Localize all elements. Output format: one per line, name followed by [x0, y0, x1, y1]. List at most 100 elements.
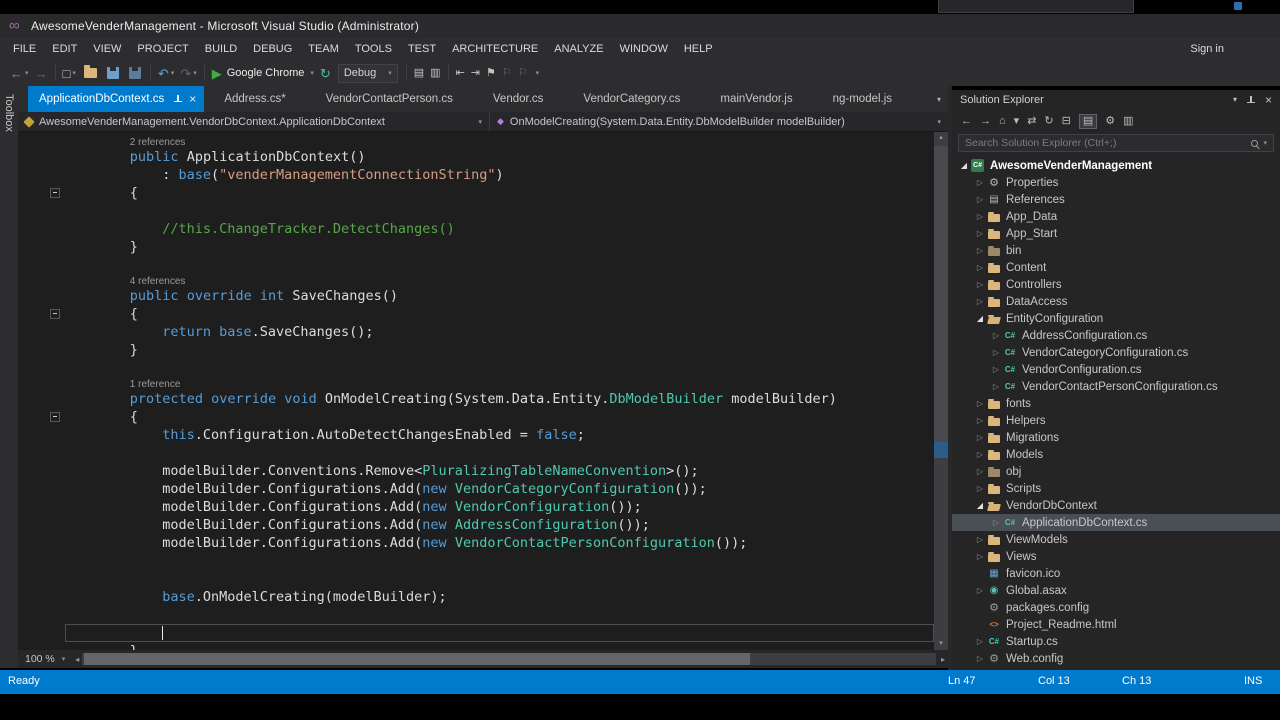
- tree-item-packages-config[interactable]: ⚙ packages.config: [952, 599, 1280, 616]
- tree-item-migrations[interactable]: ▷ Migrations: [952, 429, 1280, 446]
- tree-expander[interactable]: ▷: [974, 246, 986, 255]
- show-all-files-icon[interactable]: ▤: [1078, 113, 1098, 129]
- tree-expander[interactable]: ▷: [974, 637, 986, 646]
- editor-tab-vendorcategory-cs[interactable]: VendorCategory.cs: [563, 86, 700, 112]
- menu-item-tools[interactable]: TOOLS: [347, 38, 400, 60]
- tree-item-helpers[interactable]: ▷ Helpers: [952, 412, 1280, 429]
- tab-list-dropdown-icon[interactable]: ▾: [937, 95, 948, 104]
- decrease-indent-button[interactable]: ⇤: [453, 62, 468, 84]
- tree-item-vendorcategoryconfiguration-cs[interactable]: ▷ C# VendorCategoryConfiguration.cs: [952, 344, 1280, 361]
- scope-dropdown-icon[interactable]: ▾: [1014, 115, 1020, 127]
- refresh-icon[interactable]: ↻: [1044, 115, 1053, 127]
- codelens-references[interactable]: 1 reference: [130, 379, 181, 390]
- nav-forward-icon[interactable]: →: [980, 115, 991, 127]
- start-debugging-button[interactable]: ▶ Google Chrome ▾: [209, 62, 317, 84]
- properties-icon[interactable]: ⚙: [1105, 115, 1115, 127]
- tree-expander[interactable]: ▷: [974, 467, 986, 476]
- tree-item-bin[interactable]: ▷ bin: [952, 242, 1280, 259]
- scrollbar-thumb[interactable]: [84, 653, 751, 665]
- tree-expander[interactable]: ▷: [974, 535, 986, 544]
- window-position-icon[interactable]: ▾: [1233, 96, 1237, 104]
- navigate-back-button[interactable]: ← ▾: [7, 62, 32, 84]
- member-dropdown[interactable]: ◆ OnModelCreating(System.Data.Entity.DbM…: [490, 112, 948, 131]
- tree-expander[interactable]: ▷: [974, 552, 986, 561]
- scroll-down-icon[interactable]: ▾: [934, 638, 948, 650]
- tree-expander[interactable]: ▷: [974, 195, 986, 204]
- tree-item-project-readme-html[interactable]: <> Project_Readme.html: [952, 616, 1280, 633]
- chevron-down-icon[interactable]: ▾: [1263, 140, 1267, 147]
- collapse-all-icon[interactable]: ⊟: [1062, 115, 1071, 127]
- tree-expander[interactable]: ▷: [990, 382, 1002, 391]
- tree-expander[interactable]: ▷: [974, 178, 986, 187]
- previous-bookmark-button[interactable]: ⚐: [499, 62, 515, 84]
- editor-tab-applicationdbcontext-cs[interactable]: ApplicationDbContext.cs ×: [28, 86, 205, 112]
- scrollbar-thumb[interactable]: [934, 146, 948, 446]
- tree-item-app-start[interactable]: ▷ App_Start: [952, 225, 1280, 242]
- menu-item-window[interactable]: WINDOW: [612, 38, 676, 60]
- tree-expander[interactable]: ▷: [974, 263, 986, 272]
- tree-item-obj[interactable]: ▷ obj: [952, 463, 1280, 480]
- open-file-button[interactable]: [79, 62, 102, 84]
- editor-tab-ng-model-js[interactable]: ng-model.js: [813, 86, 912, 112]
- editor-tab-mainvendor-js[interactable]: mainVendor.js: [700, 86, 812, 112]
- tree-item-startup-cs[interactable]: ▷ C# Startup.cs: [952, 633, 1280, 650]
- search-icon[interactable]: [1251, 139, 1259, 147]
- undo-button[interactable]: ↶ ▾: [155, 62, 177, 84]
- navigate-forward-button[interactable]: →: [32, 62, 51, 84]
- editor-tab-vendorcontactperson-cs[interactable]: VendorContactPerson.cs: [306, 86, 473, 112]
- tree-item-scripts[interactable]: ▷ Scripts: [952, 480, 1280, 497]
- tree-item-references[interactable]: ▷ ▤ References: [952, 191, 1280, 208]
- horizontal-scrollbar[interactable]: [82, 653, 936, 665]
- tree-expander[interactable]: ▷: [974, 399, 986, 408]
- tree-item-properties[interactable]: ▷ ⚙ Properties: [952, 174, 1280, 191]
- editor-tab-vendor-cs[interactable]: Vendor.cs: [473, 86, 564, 112]
- tree-expander[interactable]: ◢: [958, 161, 970, 170]
- sync-with-active-document-icon[interactable]: ⇄: [1027, 115, 1036, 127]
- close-icon[interactable]: ×: [1265, 94, 1272, 106]
- columns-button[interactable]: ▥: [427, 62, 443, 84]
- tree-expander[interactable]: ▷: [974, 450, 986, 459]
- menu-item-help[interactable]: HELP: [676, 38, 721, 60]
- solution-explorer-search[interactable]: Search Solution Explorer (Ctrl+;) ▾: [958, 134, 1274, 152]
- tree-item-viewmodels[interactable]: ▷ ViewModels: [952, 531, 1280, 548]
- nav-back-icon[interactable]: ←: [961, 115, 972, 127]
- tree-item-models[interactable]: ▷ Models: [952, 446, 1280, 463]
- scroll-up-icon[interactable]: ▴: [934, 132, 948, 144]
- tree-item-fonts[interactable]: ▷ fonts: [952, 395, 1280, 412]
- toolbar-overflow-button[interactable]: ▾: [531, 62, 543, 84]
- tree-expander[interactable]: ▷: [974, 433, 986, 442]
- tree-expander[interactable]: ▷: [990, 331, 1002, 340]
- toolbox-tab[interactable]: Toolbox: [0, 86, 18, 668]
- tree-item-favicon-ico[interactable]: ▦ favicon.ico: [952, 565, 1280, 582]
- solution-configuration-dropdown[interactable]: Debug ▾: [337, 63, 398, 83]
- tree-item-web-config[interactable]: ▷ ⚙ Web.config: [952, 650, 1280, 667]
- fold-collapse-icon[interactable]: [50, 309, 60, 319]
- tree-item-vendorconfiguration-cs[interactable]: ▷ C# VendorConfiguration.cs: [952, 361, 1280, 378]
- tree-expander[interactable]: ▷: [990, 348, 1002, 357]
- home-icon[interactable]: ⌂: [999, 115, 1006, 127]
- codelens-references[interactable]: 4 references: [130, 276, 186, 287]
- menu-item-project[interactable]: PROJECT: [129, 38, 196, 60]
- vertical-scrollbar[interactable]: ▴ ▾: [934, 132, 948, 650]
- tree-expander[interactable]: ▷: [990, 365, 1002, 374]
- tree-expander[interactable]: ▷: [974, 484, 986, 493]
- codelens-references[interactable]: 2 references: [130, 137, 186, 148]
- menu-item-file[interactable]: FILE: [5, 38, 44, 60]
- menu-item-view[interactable]: VIEW: [85, 38, 129, 60]
- menu-item-analyze[interactable]: ANALYZE: [546, 38, 611, 60]
- save-button[interactable]: [102, 62, 124, 84]
- type-dropdown[interactable]: AwesomeVenderManagement.VendorDbContext.…: [18, 112, 490, 131]
- pin-icon[interactable]: [1246, 95, 1255, 105]
- new-file-button[interactable]: □ ▾: [60, 62, 79, 84]
- tree-expander[interactable]: ▷: [974, 586, 986, 595]
- sign-in-link[interactable]: Sign in: [1190, 38, 1224, 60]
- fold-collapse-icon[interactable]: [50, 412, 60, 422]
- menu-item-edit[interactable]: EDIT: [44, 38, 85, 60]
- menu-item-team[interactable]: TEAM: [300, 38, 347, 60]
- fold-collapse-icon[interactable]: [50, 188, 60, 198]
- toggle-bookmark-button[interactable]: ⚑: [483, 62, 499, 84]
- tree-item-global-asax[interactable]: ▷ ◉ Global.asax: [952, 582, 1280, 599]
- tree-item-applicationdbcontext-cs[interactable]: ▷ C# ApplicationDbContext.cs: [952, 514, 1280, 531]
- next-bookmark-button[interactable]: ⚐: [515, 62, 531, 84]
- tree-item-entityconfiguration[interactable]: ◢ EntityConfiguration: [952, 310, 1280, 327]
